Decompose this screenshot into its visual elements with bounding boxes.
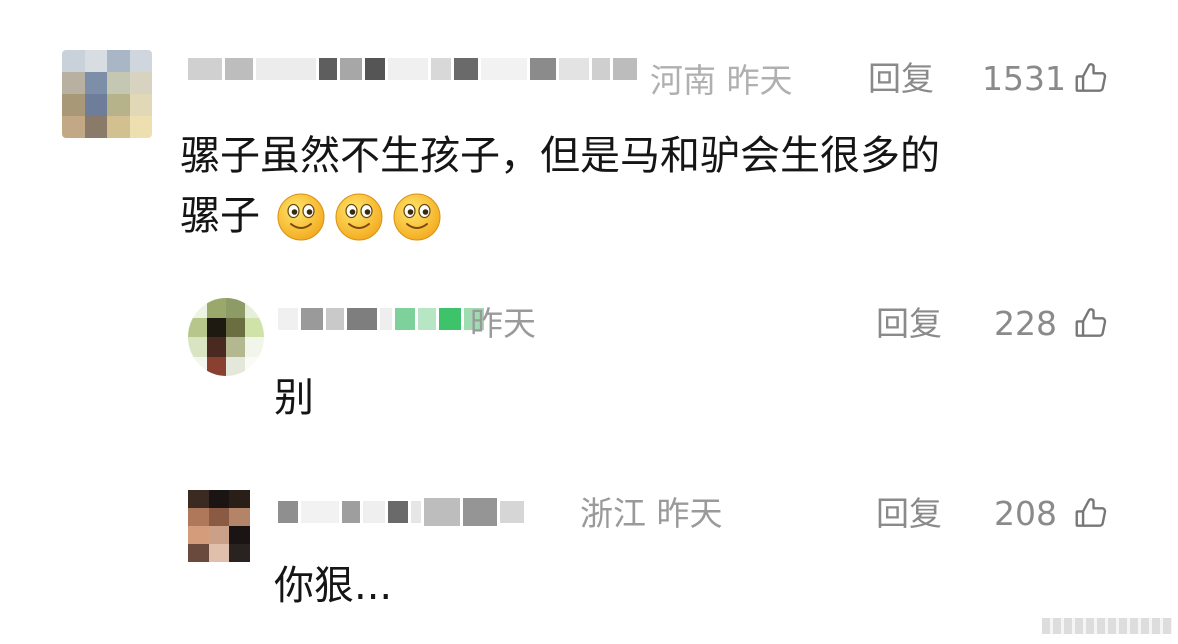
username-blurred[interactable] xyxy=(188,58,640,80)
comment-text: 骡子虽然不生孩子，但是马和驴会生很多的 xyxy=(180,133,940,179)
comment-text: 你狠... xyxy=(274,563,393,609)
like-count: 208 xyxy=(994,494,1057,533)
user-avatar[interactable] xyxy=(62,50,152,138)
smile-emoji xyxy=(277,193,325,241)
comment-time: 昨天 xyxy=(470,304,536,343)
username-blurred[interactable] xyxy=(278,498,527,526)
reply-button[interactable]: 回复 xyxy=(876,307,942,340)
user-avatar[interactable] xyxy=(188,298,264,376)
thumbs-up-icon[interactable] xyxy=(1072,304,1110,342)
comment-text: 别 xyxy=(274,375,314,421)
thumbs-up-icon[interactable] xyxy=(1072,494,1110,532)
watermark xyxy=(1042,618,1172,634)
thumbs-up-icon[interactable] xyxy=(1072,59,1110,97)
smile-emoji xyxy=(393,193,441,241)
like-count: 1531 xyxy=(982,59,1066,98)
reply-button[interactable]: 回复 xyxy=(868,62,934,95)
smile-emoji xyxy=(335,193,383,241)
comment-location-time: 河南 昨天 xyxy=(650,61,793,100)
username-blurred[interactable] xyxy=(278,308,487,330)
user-avatar[interactable] xyxy=(188,490,250,562)
comment-text-continued: 骡子 xyxy=(180,193,260,239)
like-count: 228 xyxy=(994,304,1057,343)
reply-button[interactable]: 回复 xyxy=(876,497,942,530)
comment-location-time: 浙江 昨天 xyxy=(580,494,723,533)
